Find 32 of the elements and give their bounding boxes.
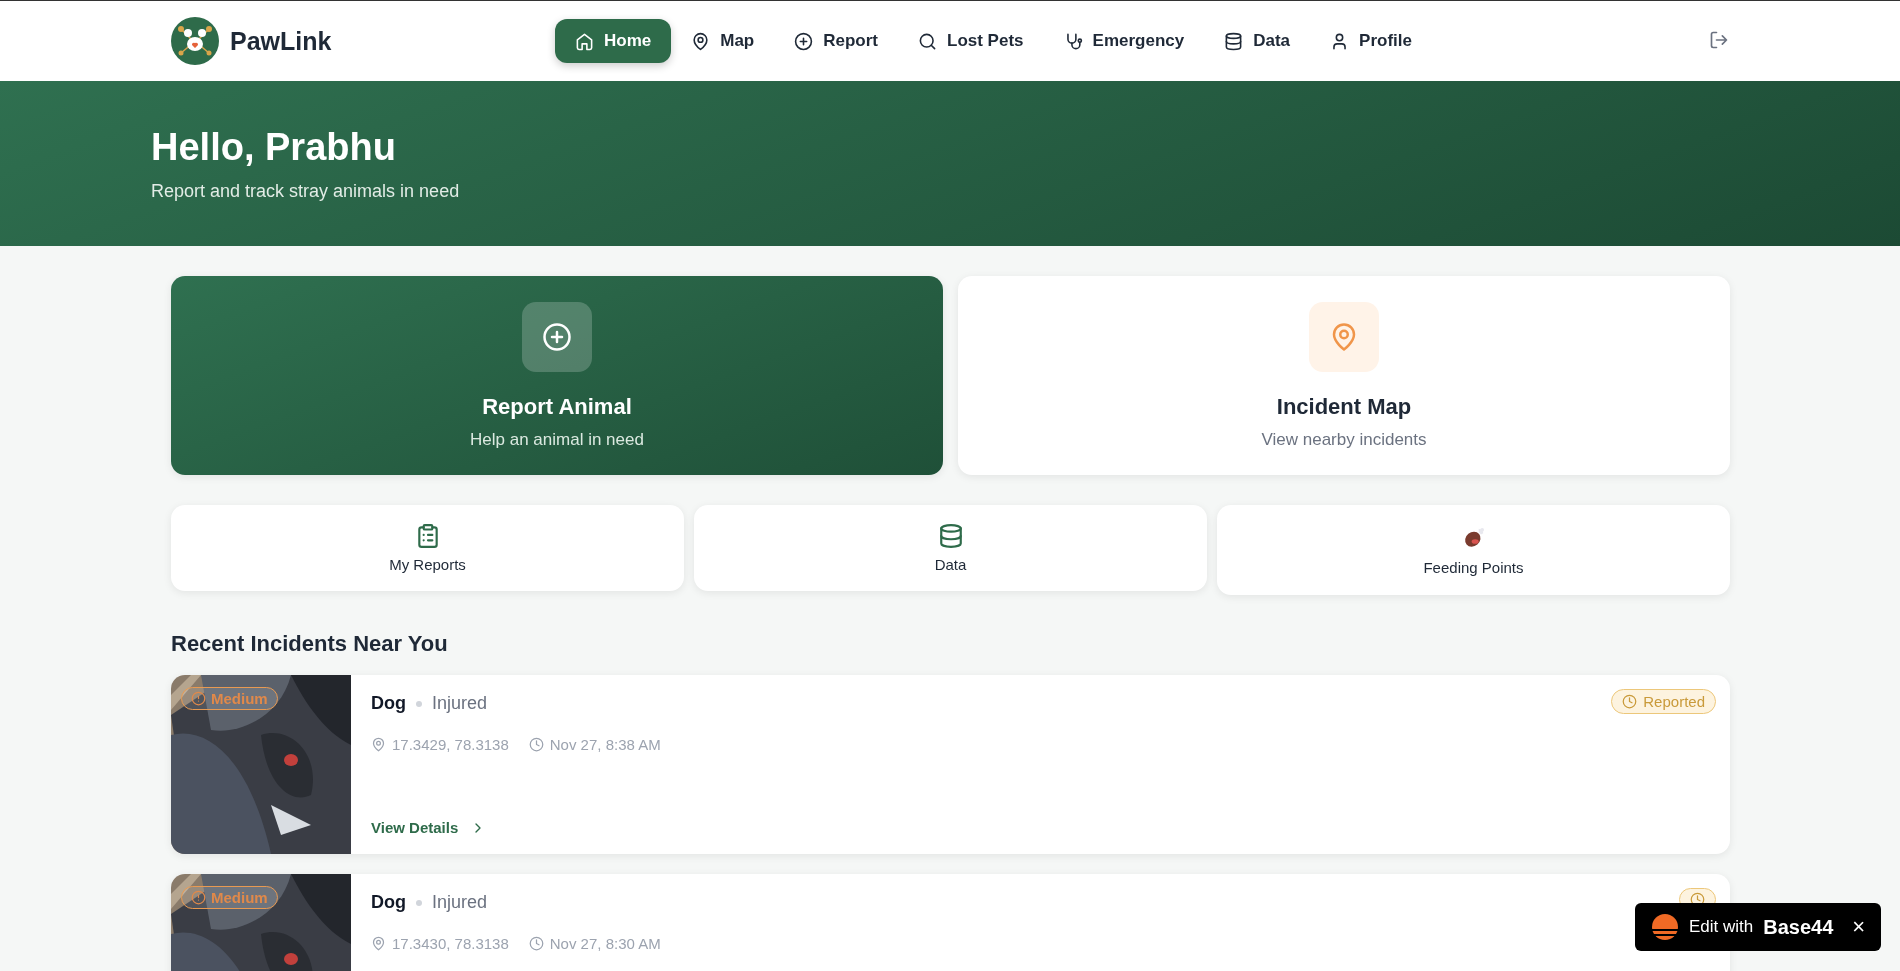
severity-badge: Medium: [181, 886, 278, 909]
nav-tab[interactable]: Report: [774, 19, 898, 63]
nav-tab[interactable]: Map: [671, 19, 775, 63]
animal-type: Dog: [371, 892, 406, 913]
nav-tab[interactable]: Home: [555, 19, 672, 63]
badge-label: Edit with: [1689, 917, 1754, 937]
animal-type: Dog: [371, 693, 406, 714]
nav-tab[interactable]: Emergency: [1043, 19, 1205, 63]
action-card[interactable]: Report Animal Help an animal in need: [171, 276, 943, 475]
incident-time: Nov 27, 8:38 AM: [528, 736, 661, 753]
close-button[interactable]: ×: [1852, 914, 1865, 940]
action-card[interactable]: Incident Map View nearby incidents: [958, 276, 1730, 475]
nav-tab[interactable]: Profile: [1310, 19, 1432, 63]
animal-condition: Injured: [432, 892, 488, 913]
animal-condition: Injured: [432, 693, 488, 714]
view-details-link[interactable]: View Details: [371, 819, 487, 836]
incident-location: 17.3430, 78.3138: [371, 935, 509, 952]
greeting-subtitle: Report and track stray animals in need: [151, 180, 461, 202]
badge-brand: Base44: [1763, 915, 1834, 939]
status-badge: Reported: [1611, 689, 1716, 714]
incident-time: Nov 27, 8:30 AM: [528, 935, 661, 952]
nav-tab[interactable]: Data: [1204, 19, 1311, 63]
incident-location: 17.3429, 78.3138: [371, 736, 509, 753]
section-heading: Recent Incidents Near You: [171, 631, 449, 657]
brand-name: PawLink: [230, 26, 332, 56]
quick-link-card[interactable]: Data: [694, 505, 1207, 591]
builder-badge[interactable]: Edit with Base44 ×: [1635, 903, 1881, 951]
severity-badge: Medium: [181, 687, 278, 710]
quick-link-card[interactable]: My Reports: [171, 505, 684, 591]
quick-link-card[interactable]: Feeding Points: [1217, 505, 1730, 595]
greeting-title: Hello, Prabhu: [151, 125, 397, 169]
nav-tab[interactable]: Lost Pets: [898, 19, 1044, 63]
